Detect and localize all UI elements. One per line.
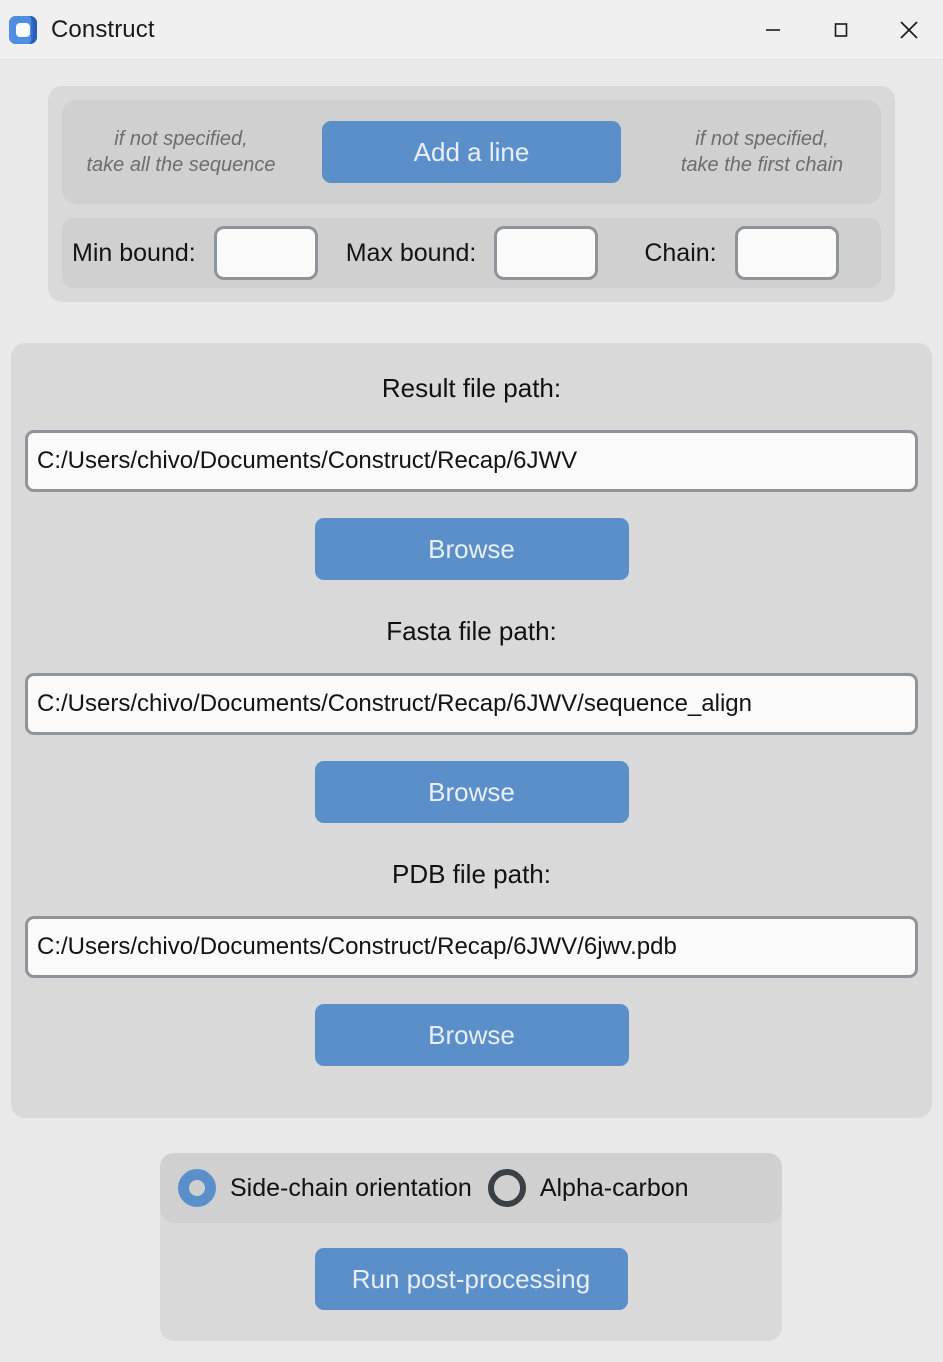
- radio-side-chain-label: Side-chain orientation: [230, 1173, 472, 1202]
- close-icon: [900, 20, 918, 39]
- close-button[interactable]: [875, 0, 943, 59]
- pdb-browse-button[interactable]: Browse: [314, 1004, 629, 1066]
- pdb-file-label: PDB file path:: [392, 859, 551, 889]
- app-logo-icon: [9, 15, 37, 44]
- min-bound-group: Min bound:: [72, 226, 318, 280]
- pdb-file-input[interactable]: [25, 916, 918, 978]
- window-titlebar: Construct: [0, 0, 943, 60]
- pdb-browse-wrap: Browse: [25, 1004, 918, 1066]
- maximize-icon: [834, 22, 848, 37]
- max-bound-label: Max bound:: [345, 238, 477, 267]
- result-file-label: Result file path:: [381, 373, 562, 403]
- result-file-input[interactable]: [25, 430, 918, 492]
- window-controls: [739, 0, 943, 59]
- run-post-processing-button[interactable]: Run post-processing: [314, 1248, 628, 1310]
- post-processing-panel: Side-chain orientation Alpha-carbon Run …: [160, 1153, 782, 1341]
- window-title: Construct: [51, 15, 155, 43]
- add-line-row: if not specified, take all the sequence …: [62, 100, 881, 204]
- fasta-browse-wrap: Browse: [25, 761, 918, 823]
- bounds-row: Min bound: Max bound: Chain:: [62, 218, 881, 288]
- radio-alpha-carbon[interactable]: Alpha-carbon: [487, 1169, 689, 1207]
- radio-unselected-icon[interactable]: [487, 1169, 526, 1207]
- fasta-file-input[interactable]: [25, 673, 918, 735]
- add-line-button[interactable]: Add a line: [322, 121, 621, 183]
- result-browse-wrap: Browse: [25, 518, 918, 580]
- file-paths-panel: Result file path: Browse Fasta file path…: [11, 343, 932, 1118]
- sequence-range-panel: if not specified, take all the sequence …: [48, 86, 895, 302]
- radio-side-chain-orientation[interactable]: Side-chain orientation: [178, 1169, 472, 1207]
- hint-chain: if not specified, take the first chain: [680, 128, 844, 176]
- max-bound-input[interactable]: [494, 226, 599, 280]
- hint-sequence: if not specified, take all the sequence: [86, 128, 276, 176]
- pdb-file-block: PDB file path: Browse: [25, 859, 918, 1066]
- result-browse-button[interactable]: Browse: [314, 518, 629, 580]
- chain-label: Chain:: [644, 238, 717, 267]
- chain-group: Chain:: [644, 226, 839, 280]
- result-file-block: Result file path: Browse: [25, 373, 918, 580]
- chain-input[interactable]: [734, 226, 839, 280]
- run-button-wrap: Run post-processing: [160, 1248, 782, 1310]
- min-bound-input[interactable]: [213, 226, 318, 280]
- orientation-radio-group: Side-chain orientation Alpha-carbon: [160, 1153, 782, 1223]
- fasta-browse-button[interactable]: Browse: [314, 761, 629, 823]
- minimize-icon: [766, 28, 780, 31]
- radio-alpha-carbon-label: Alpha-carbon: [539, 1173, 689, 1202]
- fasta-file-block: Fasta file path: Browse: [25, 616, 918, 823]
- fasta-file-label: Fasta file path:: [386, 616, 557, 646]
- minimize-button[interactable]: [739, 0, 807, 59]
- radio-selected-icon[interactable]: [178, 1169, 216, 1207]
- min-bound-label: Min bound:: [72, 238, 196, 267]
- max-bound-group: Max bound:: [346, 226, 599, 280]
- maximize-button[interactable]: [807, 0, 875, 59]
